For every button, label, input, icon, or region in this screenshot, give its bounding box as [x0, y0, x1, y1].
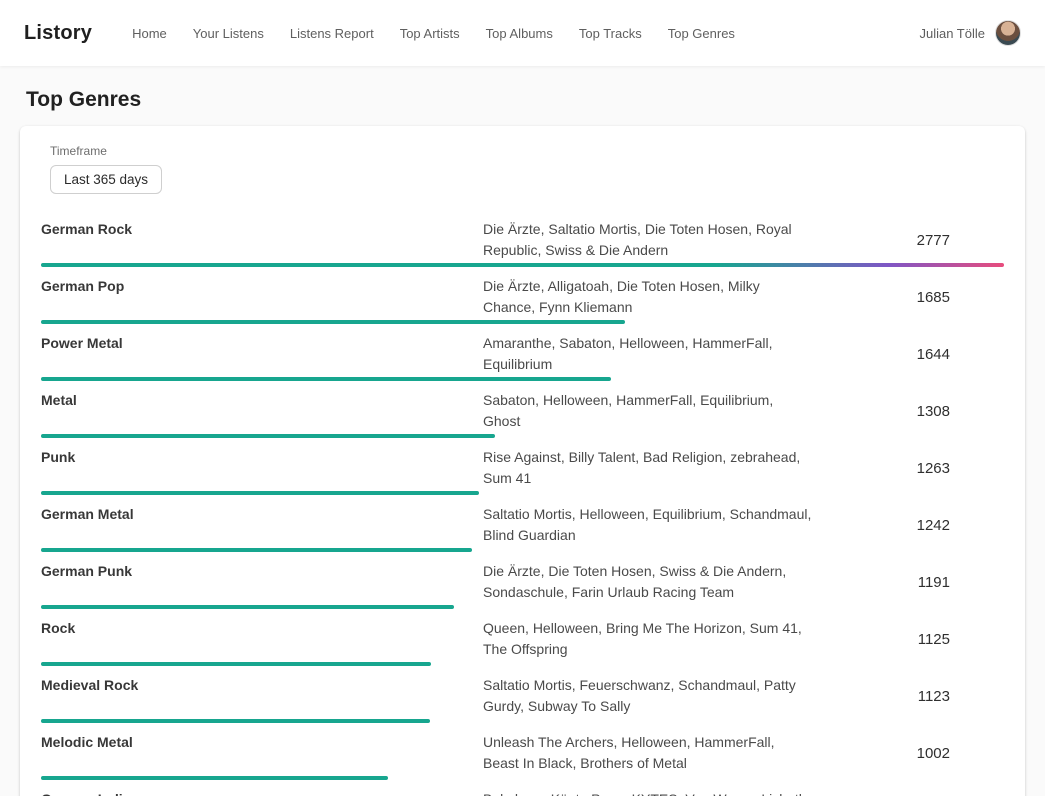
nav-item-top-artists[interactable]: Top Artists — [400, 26, 460, 41]
nav-right: Julian Tölle — [919, 20, 1021, 46]
genre-artists: Die Ärzte, Alligatoah, Die Toten Hosen, … — [483, 276, 813, 318]
genre-row-content: German IndieBukahara, Käptn Peng, KYTES,… — [41, 789, 1004, 796]
genre-count: 2777 — [813, 232, 1004, 249]
genre-row-content: Melodic MetalUnleash The Archers, Hellow… — [41, 732, 1004, 774]
genre-row: Power MetalAmaranthe, Sabaton, Helloween… — [41, 324, 1004, 381]
genre-count: 1002 — [813, 745, 1004, 762]
genre-artists: Amaranthe, Sabaton, Helloween, HammerFal… — [483, 333, 813, 375]
genre-artists: Saltatio Mortis, Helloween, Equilibrium,… — [483, 504, 813, 546]
genre-row: MetalSabaton, Helloween, HammerFall, Equ… — [41, 381, 1004, 438]
genre-name: German Pop — [41, 276, 483, 294]
genre-artists: Die Ärzte, Saltatio Mortis, Die Toten Ho… — [483, 219, 813, 261]
app-logo[interactable]: Listory — [24, 22, 92, 45]
main-nav: Home Your Listens Listens Report Top Artist… — [132, 26, 735, 41]
top-nav: Listory Home Your Listens Listens Report To… — [0, 0, 1045, 66]
genre-artists: Bukahara, Käptn Peng, KYTES, Von Wegen L… — [483, 789, 813, 796]
genre-count: 1308 — [813, 403, 1004, 420]
genre-count: 1125 — [813, 631, 1004, 648]
genre-artists: Die Ärzte, Die Toten Hosen, Swiss & Die … — [483, 561, 813, 603]
genre-row: German PopDie Ärzte, Alligatoah, Die Tot… — [41, 267, 1004, 324]
genre-name: Medieval Rock — [41, 675, 483, 693]
genre-artists: Sabaton, Helloween, HammerFall, Equilibr… — [483, 390, 813, 432]
genre-row-content: German MetalSaltatio Mortis, Helloween, … — [41, 504, 1004, 546]
user-name[interactable]: Julian Tölle — [919, 26, 985, 41]
genre-table: German RockDie Ärzte, Saltatio Mortis, D… — [41, 210, 1004, 796]
timeframe-label: Timeframe — [50, 144, 1004, 158]
genre-row: PunkRise Against, Billy Talent, Bad Reli… — [41, 438, 1004, 495]
genre-count: 1644 — [813, 346, 1004, 363]
genre-row-content: German RockDie Ärzte, Saltatio Mortis, D… — [41, 219, 1004, 261]
genre-name: German Metal — [41, 504, 483, 522]
genre-row: Melodic MetalUnleash The Archers, Hellow… — [41, 723, 1004, 780]
genre-row: RockQueen, Helloween, Bring Me The Horiz… — [41, 609, 1004, 666]
nav-item-top-genres[interactable]: Top Genres — [668, 26, 735, 41]
timeframe-field: Timeframe Last 365 days — [50, 144, 1004, 194]
genre-row-content: German PopDie Ärzte, Alligatoah, Die Tot… — [41, 276, 1004, 318]
genre-row-content: RockQueen, Helloween, Bring Me The Horiz… — [41, 618, 1004, 660]
nav-item-listens-report[interactable]: Listens Report — [290, 26, 374, 41]
timeframe-select[interactable]: Last 365 days — [50, 165, 162, 194]
avatar[interactable] — [995, 20, 1021, 46]
page-content: Top Genres Timeframe Last 365 days Germa… — [0, 88, 1045, 796]
genre-row: German MetalSaltatio Mortis, Helloween, … — [41, 495, 1004, 552]
genre-artists: Queen, Helloween, Bring Me The Horizon, … — [483, 618, 813, 660]
genre-count: 1263 — [813, 460, 1004, 477]
genre-row-content: PunkRise Against, Billy Talent, Bad Reli… — [41, 447, 1004, 489]
genre-name: Punk — [41, 447, 483, 465]
genre-count: 1191 — [813, 574, 1004, 591]
genre-artists: Saltatio Mortis, Feuerschwanz, Schandmau… — [483, 675, 813, 717]
genre-row: Medieval RockSaltatio Mortis, Feuerschwa… — [41, 666, 1004, 723]
genre-row: German RockDie Ärzte, Saltatio Mortis, D… — [41, 210, 1004, 267]
genre-row-content: MetalSabaton, Helloween, HammerFall, Equ… — [41, 390, 1004, 432]
genre-row-content: Power MetalAmaranthe, Sabaton, Helloween… — [41, 333, 1004, 375]
genre-name: Rock — [41, 618, 483, 636]
genre-count: 1685 — [813, 289, 1004, 306]
genre-count: 1123 — [813, 688, 1004, 705]
genre-count: 1242 — [813, 517, 1004, 534]
nav-item-top-albums[interactable]: Top Albums — [486, 26, 553, 41]
nav-item-your-listens[interactable]: Your Listens — [193, 26, 264, 41]
genre-name: Power Metal — [41, 333, 483, 351]
page-title: Top Genres — [26, 88, 1019, 112]
genre-artists: Unleash The Archers, Helloween, HammerFa… — [483, 732, 813, 774]
nav-item-top-tracks[interactable]: Top Tracks — [579, 26, 642, 41]
genre-row: German IndieBukahara, Käptn Peng, KYTES,… — [41, 780, 1004, 796]
genre-name: Melodic Metal — [41, 732, 483, 750]
genre-name: German Indie — [41, 789, 483, 796]
genre-row-content: German PunkDie Ärzte, Die Toten Hosen, S… — [41, 561, 1004, 603]
nav-item-home[interactable]: Home — [132, 26, 167, 41]
genre-artists: Rise Against, Billy Talent, Bad Religion… — [483, 447, 813, 489]
top-genres-card: Timeframe Last 365 days German RockDie Ä… — [20, 126, 1025, 796]
genre-name: German Rock — [41, 219, 483, 237]
genre-row: German PunkDie Ärzte, Die Toten Hosen, S… — [41, 552, 1004, 609]
genre-row-content: Medieval RockSaltatio Mortis, Feuerschwa… — [41, 675, 1004, 717]
genre-name: Metal — [41, 390, 483, 408]
genre-name: German Punk — [41, 561, 483, 579]
